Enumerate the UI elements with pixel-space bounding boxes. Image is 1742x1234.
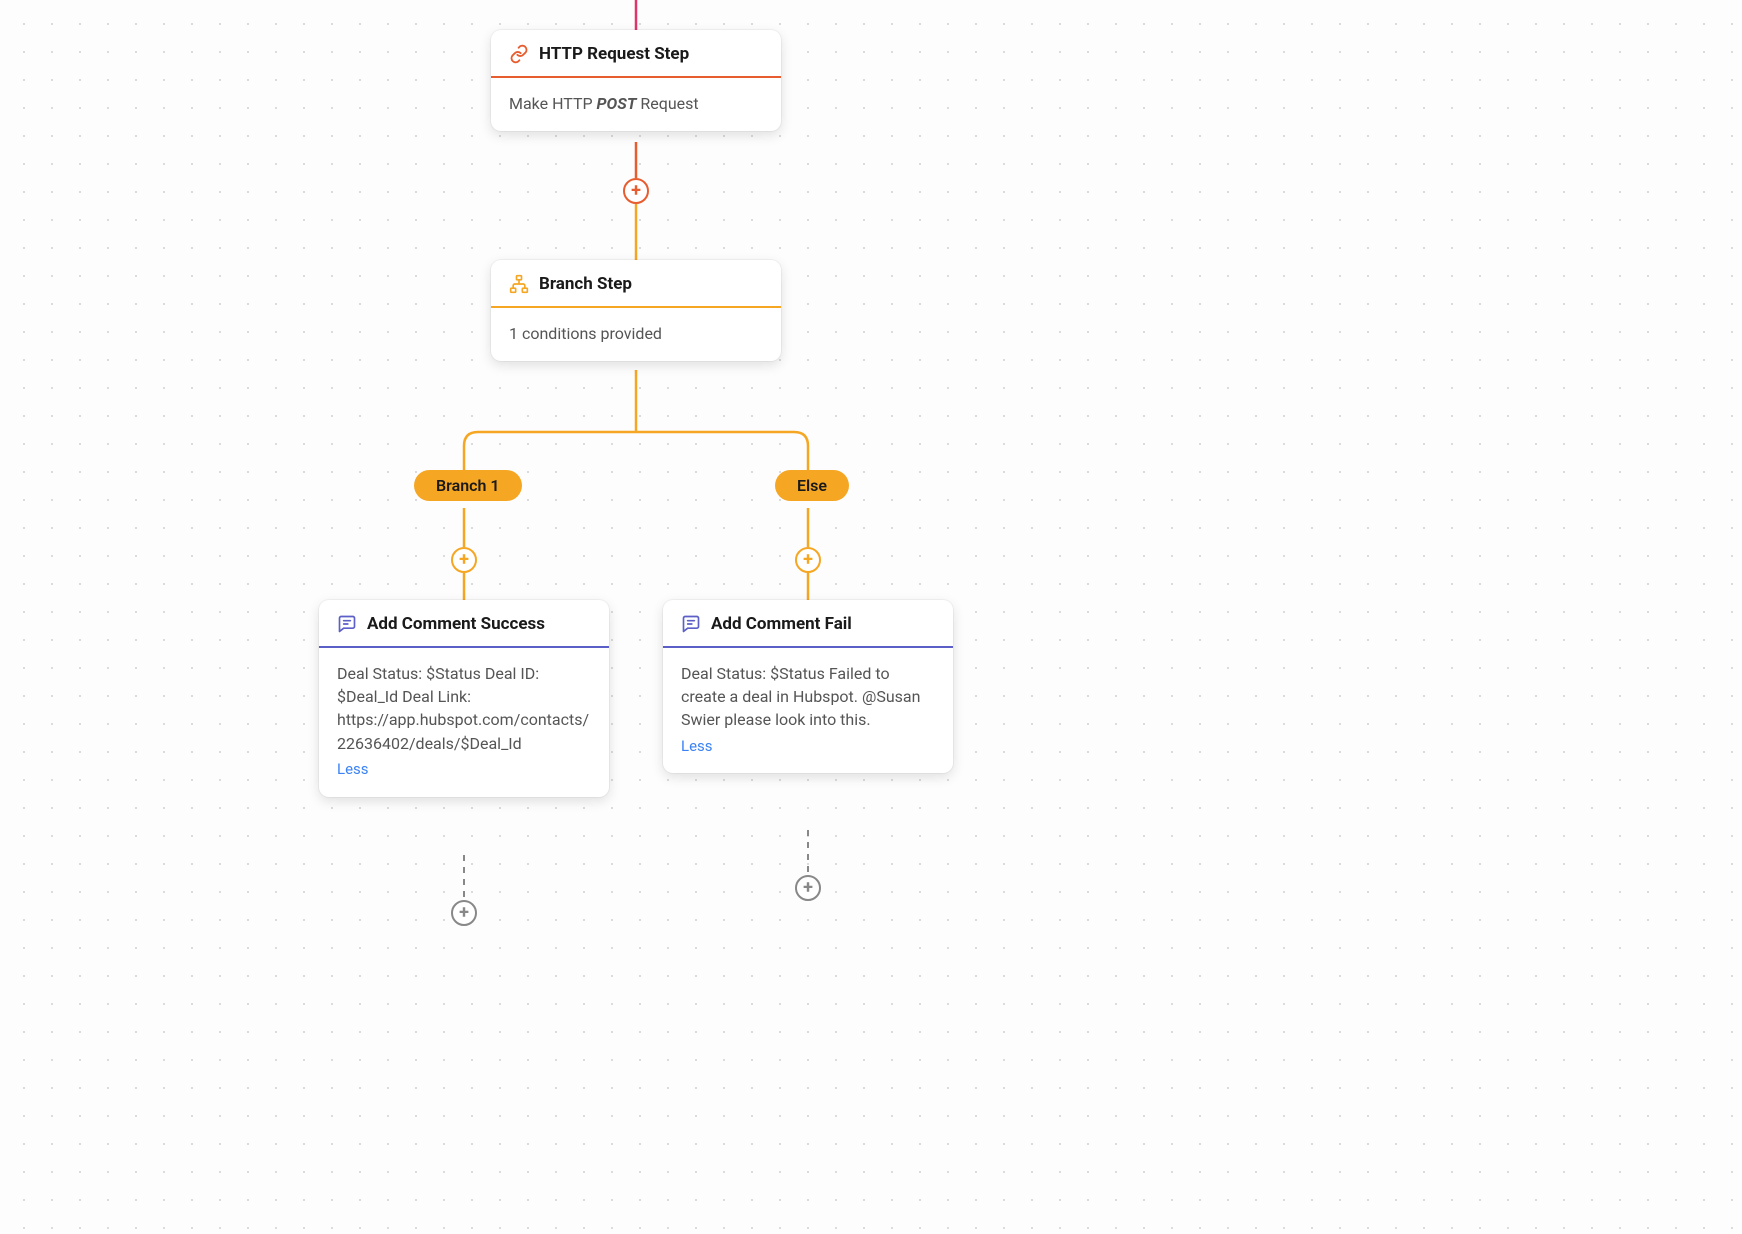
branch-step-node[interactable]: Branch Step 1 conditions provided <box>491 260 781 361</box>
link-icon <box>509 44 529 64</box>
branch-pill-else[interactable]: Else <box>775 470 849 501</box>
node-header: Add Comment Fail <box>663 600 953 648</box>
add-step-button-right[interactable]: + <box>795 547 821 573</box>
node-body: Make HTTP POST Request <box>491 78 781 131</box>
connector-layer <box>0 0 1306 926</box>
body-text-suffix: Request <box>636 94 698 113</box>
body-method: POST <box>597 94 637 113</box>
add-step-button-end-left[interactable]: + <box>451 900 477 926</box>
add-step-button[interactable]: + <box>623 178 649 204</box>
add-comment-fail-node[interactable]: Add Comment Fail Deal Status: $Status Fa… <box>663 600 953 773</box>
pill-label: Else <box>797 476 827 495</box>
body-text: 1 conditions provided <box>509 324 662 343</box>
node-title: HTTP Request Step <box>539 44 689 64</box>
body-text: Deal Status: $Status Failed to create a … <box>681 664 920 729</box>
node-header: Add Comment Success <box>319 600 609 648</box>
node-header: HTTP Request Step <box>491 30 781 78</box>
plus-icon: + <box>459 904 469 922</box>
http-request-step-node[interactable]: HTTP Request Step Make HTTP POST Request <box>491 30 781 131</box>
node-body: 1 conditions provided <box>491 308 781 361</box>
plus-icon: + <box>459 551 469 569</box>
node-title: Branch Step <box>539 274 632 294</box>
less-toggle[interactable]: Less <box>337 759 369 781</box>
workflow-canvas[interactable]: HTTP Request Step Make HTTP POST Request… <box>0 0 1306 926</box>
comment-icon <box>337 614 357 634</box>
body-text: Deal Status: $Status Deal ID: $Deal_Id D… <box>337 664 589 753</box>
plus-icon: + <box>803 879 813 897</box>
plus-icon: + <box>803 551 813 569</box>
add-comment-success-node[interactable]: Add Comment Success Deal Status: $Status… <box>319 600 609 797</box>
node-body: Deal Status: $Status Failed to create a … <box>663 648 953 773</box>
plus-icon: + <box>631 182 641 200</box>
body-text-prefix: Make HTTP <box>509 94 597 113</box>
node-title: Add Comment Fail <box>711 614 852 634</box>
node-title: Add Comment Success <box>367 614 545 634</box>
add-step-button-left[interactable]: + <box>451 547 477 573</box>
less-toggle[interactable]: Less <box>681 736 713 758</box>
add-step-button-end-right[interactable]: + <box>795 875 821 901</box>
pill-label: Branch 1 <box>436 476 500 495</box>
sitemap-icon <box>509 274 529 294</box>
branch-pill-1[interactable]: Branch 1 <box>414 470 522 501</box>
node-body: Deal Status: $Status Deal ID: $Deal_Id D… <box>319 648 609 797</box>
comment-icon <box>681 614 701 634</box>
node-header: Branch Step <box>491 260 781 308</box>
